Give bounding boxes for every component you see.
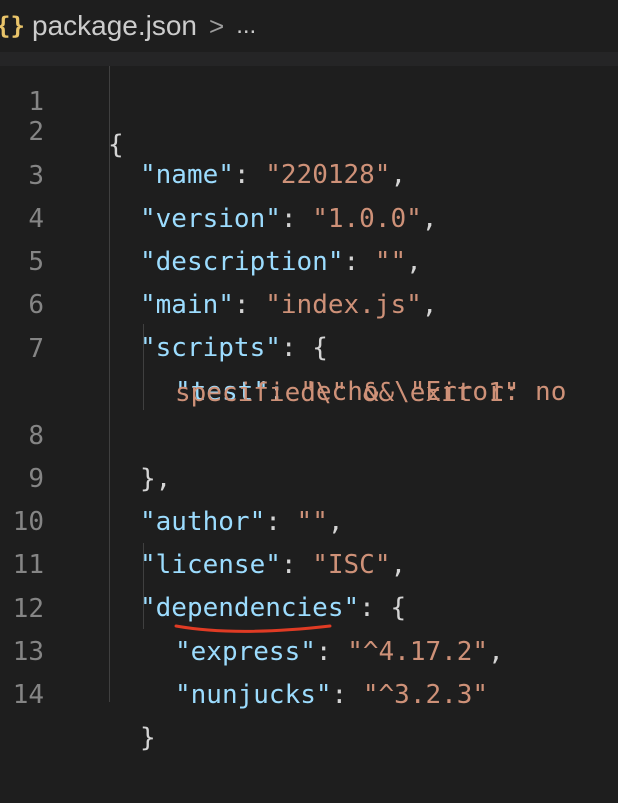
code-line: 9 "author": "", — [0, 415, 618, 537]
breadcrumb: {} package.json > ... — [0, 0, 618, 52]
line-number: 14 — [12, 680, 44, 710]
breadcrumb-file[interactable]: package.json — [32, 10, 197, 42]
code-line: 3 "version": "1.0.0", — [0, 112, 618, 234]
code-line: 12 "express": "^4.17.2", — [0, 545, 618, 667]
colon: : — [331, 680, 363, 710]
code-line: 11 "dependencies": { — [0, 501, 618, 623]
code-line: 4 "description": "", — [0, 155, 618, 277]
json-key: "nunjucks" — [175, 680, 332, 710]
code-line: 14 } — [0, 631, 618, 753]
code-line: 7 "test": "echo \"Error: no — [0, 285, 618, 407]
json-value: "^3.2.3" — [362, 680, 489, 710]
code-line: 8 }, — [0, 372, 618, 494]
breadcrumb-shadow — [0, 52, 618, 66]
code-line: 10 "license": "ISC", — [0, 458, 618, 580]
breadcrumb-more[interactable]: ... — [236, 12, 256, 40]
close-brace: } — [140, 723, 156, 753]
code-line-wrapped: specified\" && exit 1" — [0, 329, 618, 408]
chevron-right-icon: > — [209, 10, 225, 41]
json-file-icon: {} — [0, 12, 25, 40]
code-line: 5 "main": "index.js", — [0, 198, 618, 320]
code-line: 2 "name": "220128", — [0, 68, 618, 190]
code-line: 6 "scripts": { — [0, 241, 618, 363]
